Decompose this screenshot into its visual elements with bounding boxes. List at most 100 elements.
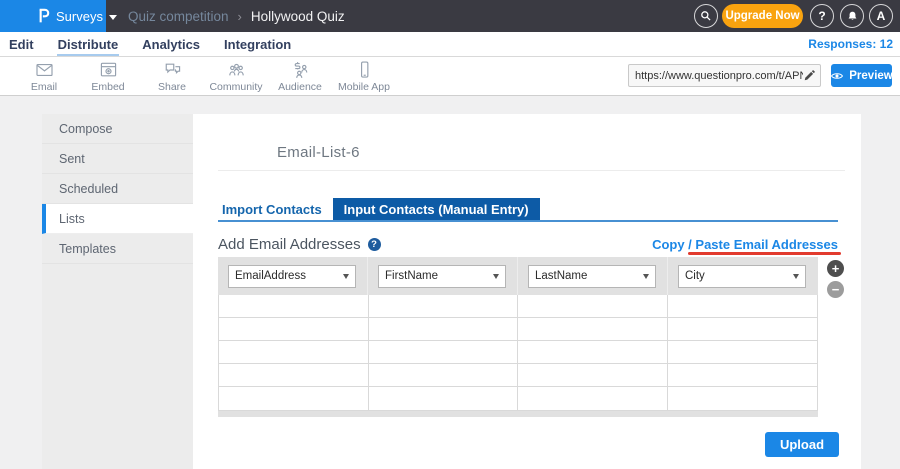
contact-cell[interactable] (219, 295, 369, 317)
nav-item-analytics[interactable]: Analytics (141, 35, 201, 54)
channel-label: Mobile App (338, 81, 390, 93)
header-cell: FirstName (368, 257, 518, 295)
field-select-lastname[interactable]: LastName (528, 265, 656, 288)
header-cell: EmailAddress (218, 257, 368, 295)
tab-underline (218, 220, 838, 222)
channel-label: Embed (91, 81, 124, 93)
contact-cell[interactable] (369, 387, 519, 410)
contact-cell[interactable] (518, 318, 668, 340)
sidebar-item-lists[interactable]: Lists (42, 204, 193, 234)
channel-embed[interactable]: Embed (76, 60, 140, 93)
contact-cell[interactable] (219, 341, 369, 363)
field-select-email[interactable]: EmailAddress (228, 265, 356, 288)
horizontal-scrollbar[interactable] (218, 411, 818, 417)
contact-cell[interactable] (369, 341, 519, 363)
preview-button[interactable]: Preview (831, 64, 892, 87)
channel-label: Audience (278, 81, 322, 93)
contact-cell[interactable] (518, 295, 668, 317)
table-row (219, 364, 817, 387)
table-row (219, 387, 817, 410)
field-select-city[interactable]: City (678, 265, 806, 288)
title-divider (218, 170, 845, 171)
contact-cell[interactable] (668, 295, 818, 317)
breadcrumb-survey-name: Hollywood Quiz (251, 9, 345, 24)
upload-button[interactable]: Upload (765, 432, 839, 457)
product-switcher[interactable]: Surveys (0, 0, 106, 32)
contact-cell[interactable] (518, 387, 668, 410)
avatar[interactable]: A (869, 4, 893, 28)
nav-item-distribute[interactable]: Distribute (57, 35, 120, 54)
sidebar-item-sent[interactable]: Sent (42, 144, 193, 174)
contact-cell[interactable] (668, 341, 818, 363)
section-heading: Add Email Addresses ? (218, 236, 381, 253)
pencil-icon[interactable] (803, 70, 815, 82)
survey-url-value: https://www.questionpro.com/t/APNrFZ (635, 70, 803, 82)
mobile-app-icon (354, 60, 375, 80)
email-sidebar: Compose Sent Scheduled Lists Templates (42, 114, 193, 469)
avatar-initial: A (877, 9, 886, 23)
share-icon (162, 60, 183, 80)
sidebar-item-scheduled[interactable]: Scheduled (42, 174, 193, 204)
eye-icon (830, 71, 844, 81)
copy-paste-email-link[interactable]: Copy / Paste Email Addresses (652, 237, 838, 252)
question-mark-icon: ? (818, 9, 825, 23)
breadcrumb-separator: › (238, 9, 242, 24)
channels-toolbar: Email Embed Share (0, 57, 900, 96)
bell-icon (846, 10, 859, 23)
channel-mobile-app[interactable]: Mobile App (332, 60, 396, 93)
audience-icon (290, 60, 311, 80)
channel-share[interactable]: Share (140, 60, 204, 93)
contact-cell[interactable] (219, 387, 369, 410)
contacts-table-header: EmailAddress FirstName LastName City (218, 257, 818, 295)
embed-icon (98, 60, 119, 80)
contact-cell[interactable] (668, 364, 818, 386)
survey-url-field[interactable]: https://www.questionpro.com/t/APNrFZ (628, 64, 821, 87)
remove-row-button[interactable]: − (827, 281, 844, 298)
community-icon (226, 60, 247, 80)
contact-cell[interactable] (219, 318, 369, 340)
contacts-table-body (218, 295, 818, 411)
red-underline-annotation (688, 252, 841, 255)
contact-cell[interactable] (369, 295, 519, 317)
email-icon (34, 60, 55, 80)
preview-label: Preview (849, 70, 892, 82)
contact-cell[interactable] (518, 364, 668, 386)
help-button[interactable]: ? (810, 4, 834, 28)
header-cell: City (668, 257, 818, 295)
chevron-down-icon (109, 15, 117, 20)
contact-cell[interactable] (369, 364, 519, 386)
sidebar-item-templates[interactable]: Templates (42, 234, 193, 264)
help-icon[interactable]: ? (368, 238, 381, 251)
channel-label: Share (158, 81, 186, 93)
channel-email[interactable]: Email (12, 60, 76, 93)
channel-community[interactable]: Community (204, 60, 268, 93)
contact-cell[interactable] (219, 364, 369, 386)
channel-label: Email (31, 81, 57, 93)
nav-item-integration[interactable]: Integration (223, 35, 292, 54)
table-row (219, 341, 817, 364)
sidebar-item-compose[interactable]: Compose (42, 114, 193, 144)
top-bar: Surveys Quiz competition › Hollywood Qui… (0, 0, 900, 32)
search-icon (699, 9, 713, 23)
contact-cell[interactable] (369, 318, 519, 340)
search-button[interactable] (694, 4, 718, 28)
field-select-firstname[interactable]: FirstName (378, 265, 506, 288)
breadcrumb: Quiz competition › Hollywood Quiz (128, 0, 345, 32)
breadcrumb-folder[interactable]: Quiz competition (128, 9, 229, 24)
header-cell: LastName (518, 257, 668, 295)
tab-input-contacts-manual[interactable]: Input Contacts (Manual Entry) (333, 198, 540, 221)
contact-cell[interactable] (518, 341, 668, 363)
row-buttons: + − (827, 260, 845, 298)
contact-cell[interactable] (668, 318, 818, 340)
contacts-table: EmailAddress FirstName LastName City (218, 257, 818, 417)
nav-item-edit[interactable]: Edit (8, 35, 35, 54)
add-row-button[interactable]: + (827, 260, 844, 277)
tab-import-contacts[interactable]: Import Contacts (218, 198, 328, 221)
table-row (219, 295, 817, 318)
channel-audience[interactable]: Audience (268, 60, 332, 93)
email-list-title: Email-List-6 (277, 144, 360, 161)
notifications-button[interactable] (840, 4, 864, 28)
responses-count[interactable]: Responses: 12 (808, 37, 893, 51)
upgrade-now-button[interactable]: Upgrade Now (722, 4, 803, 28)
contact-cell[interactable] (668, 387, 818, 410)
